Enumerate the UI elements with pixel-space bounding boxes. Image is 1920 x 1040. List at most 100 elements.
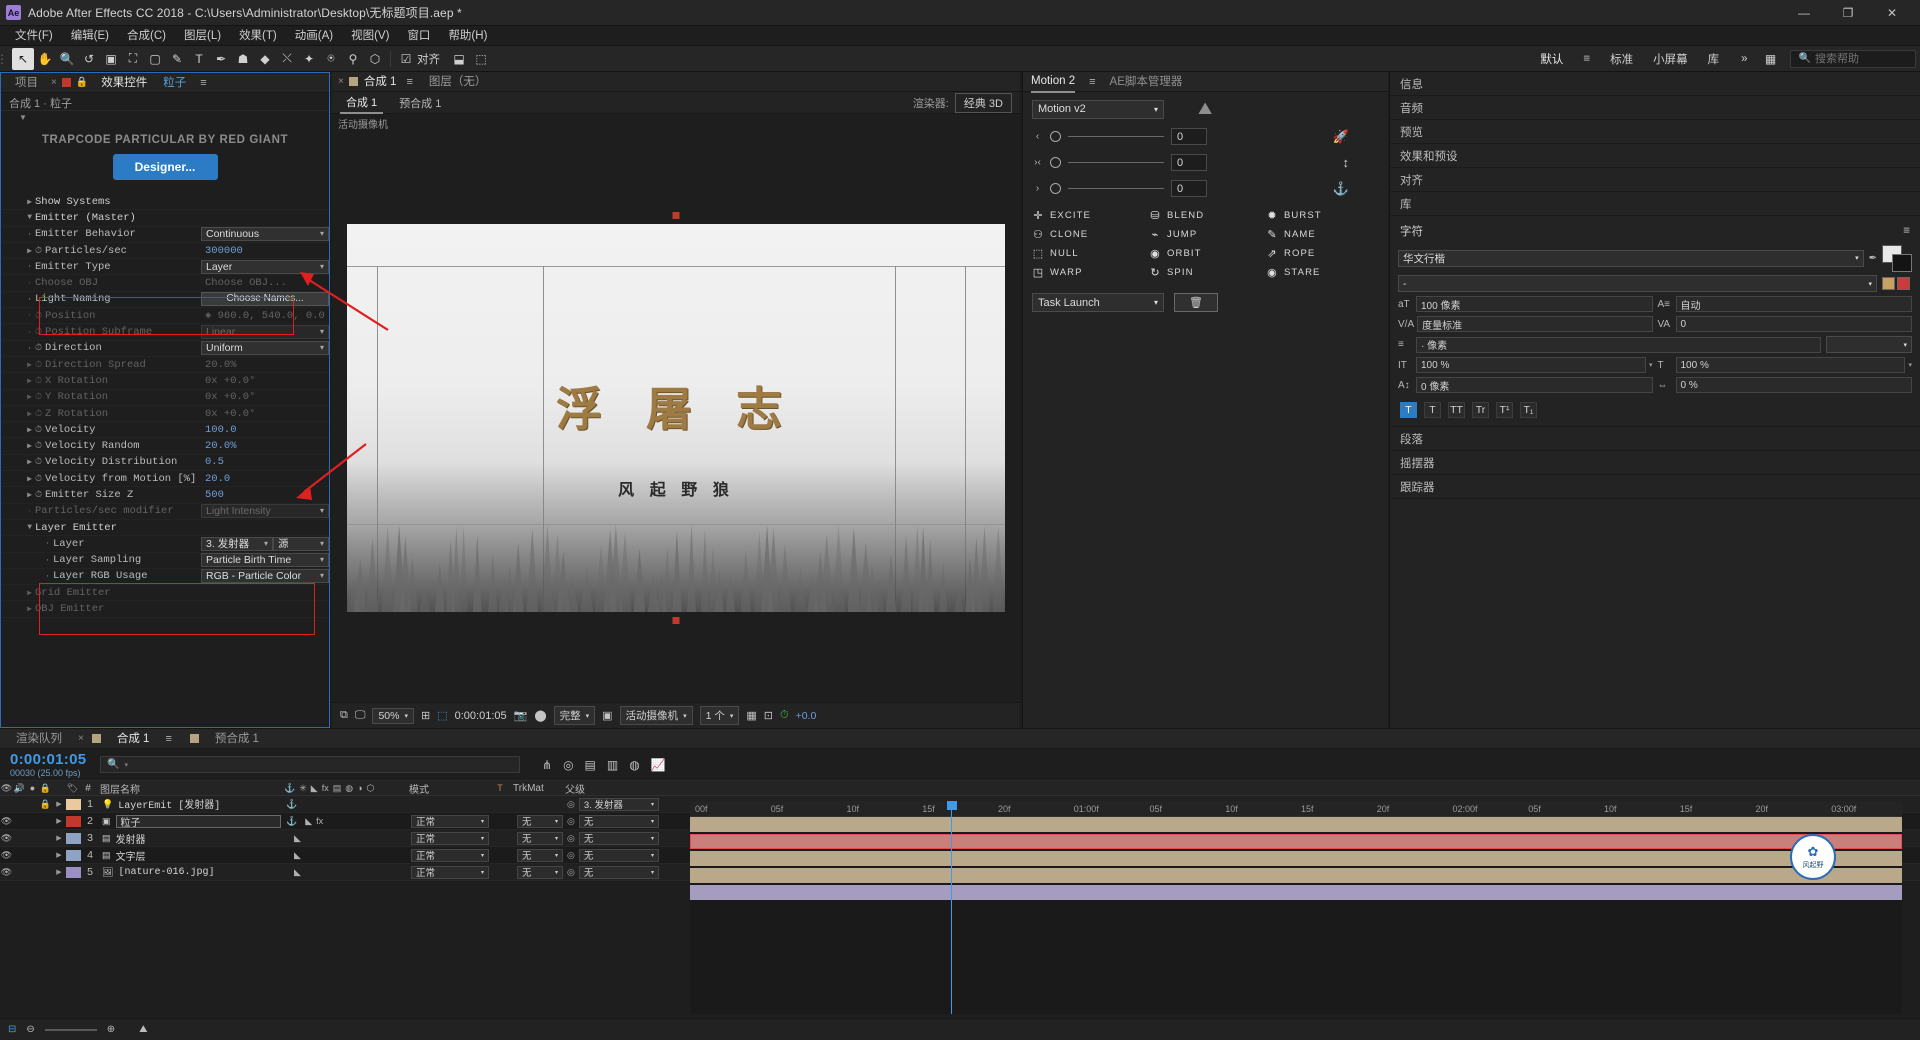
timeline-tracks[interactable]	[690, 817, 1902, 1014]
slider-value-2[interactable]: 0	[1171, 180, 1207, 197]
stopwatch-icon[interactable]: ⏱	[35, 474, 42, 484]
layer-duration-bar[interactable]	[690, 885, 1902, 900]
close-button[interactable]: ✕	[1870, 0, 1914, 26]
fill-mode-icon[interactable]	[1882, 277, 1895, 290]
lock-icon[interactable]: 🔒	[71, 77, 93, 88]
grip-handle[interactable]: ⋮⋮	[4, 48, 12, 70]
sidebar-tab-2[interactable]: 预览	[1390, 120, 1920, 144]
chevron-down-icon[interactable]: ▾	[1649, 361, 1653, 369]
pickwhip-icon[interactable]: ◎	[567, 850, 575, 861]
sidebar-tab-3[interactable]: 效果和预设	[1390, 144, 1920, 168]
fx-row-8[interactable]: ·⏱Position SubframeLinear▾	[1, 324, 329, 340]
menu-item-3[interactable]: 图层(L)	[175, 26, 230, 46]
layer-quality-switch-icon[interactable]: ◣	[305, 816, 312, 827]
menu-item-4[interactable]: 效果(T)	[230, 26, 286, 46]
fx-row-5[interactable]: ·Choose OBJChoose OBJ...	[1, 275, 329, 291]
fx-row-16[interactable]: ▶⏱Velocity Distribution0.5	[1, 455, 329, 471]
playhead[interactable]	[951, 801, 953, 1014]
tracking-value[interactable]: 0	[1676, 316, 1913, 332]
tool-13-icon[interactable]: ✦	[298, 48, 320, 70]
layer-switches[interactable]: ⚓◣fx	[281, 816, 407, 827]
tab-layer-none[interactable]: 图层（无）	[421, 72, 495, 92]
fx-row-21[interactable]: ·Layer3. 发射器▾源▾	[1, 536, 329, 552]
row-triangle-icon[interactable]: ▶	[1, 441, 35, 451]
fx-value-7[interactable]: ◈ 960.0, 540.0, 0.0	[201, 309, 329, 322]
motion-version-select[interactable]: Motion v2 ▾	[1032, 100, 1164, 119]
layer-video-toggle[interactable]: 👁	[0, 816, 13, 827]
timeline-search[interactable]: 🔍 ▾	[100, 756, 520, 773]
vertical-scale-field[interactable]: IT 100 % ▾	[1398, 357, 1653, 373]
tool-0-icon[interactable]: ↖	[12, 48, 34, 70]
layer-switches[interactable]: ◣	[281, 850, 407, 861]
layer-duration-bar[interactable]	[690, 851, 1902, 866]
snapping-icon[interactable]: ⬓	[448, 48, 470, 70]
kerning-value[interactable]: 度量标准	[1417, 316, 1652, 332]
pickwhip-icon[interactable]: ◎	[567, 799, 575, 810]
motion-menu-icon[interactable]: ≡	[1089, 76, 1095, 88]
resolution-icon[interactable]: ⊞	[421, 709, 430, 722]
sidebar-tab-1[interactable]: 音频	[1390, 96, 1920, 120]
tab-comp1[interactable]: 合成 1	[358, 72, 405, 92]
layer-trkmat-cell[interactable]: 无▾	[515, 849, 563, 862]
layer-3d-switch-icon[interactable]: ⚓	[286, 816, 297, 827]
tool-3-icon[interactable]: ↺	[78, 48, 100, 70]
fx-row-13[interactable]: ▶⏱Z Rotation0x +0.0°	[1, 406, 329, 422]
layer-parent-cell[interactable]: ◎3. 发射器▾	[563, 798, 659, 811]
fx-value-16[interactable]: 0.5	[201, 456, 329, 468]
tab-ae-script-manager[interactable]: AE脚本管理器	[1110, 72, 1183, 92]
motion-side-icon-2[interactable]: ⚓	[1333, 181, 1349, 197]
hide-shy-layers-icon[interactable]: ▤	[585, 758, 596, 772]
layer-quality-switch-icon[interactable]: ◣	[294, 833, 301, 844]
stopwatch-icon[interactable]: ⏱	[35, 311, 42, 321]
row-triangle-icon[interactable]: ·	[1, 572, 53, 581]
motion-button-excite[interactable]: ✛EXCITE	[1032, 209, 1145, 222]
workspace-小屏幕[interactable]: 小屏幕	[1643, 48, 1698, 70]
fx-row-23[interactable]: ·Layer RGB UsageRGB - Particle Color▾	[1, 569, 329, 585]
stroke-color-swatch[interactable]	[1892, 254, 1912, 272]
layer-parent-select[interactable]: 无▾	[579, 815, 659, 828]
layer-mode-cell[interactable]: 正常▾	[407, 866, 489, 879]
font-family-select[interactable]: 华文行楷 ▾	[1398, 250, 1864, 267]
tool-8-icon[interactable]: T	[188, 48, 210, 70]
tsume-value[interactable]: 0 %	[1676, 377, 1913, 393]
layer-label-color[interactable]	[66, 833, 81, 844]
motion-side-icon-0[interactable]: 🚀	[1333, 129, 1349, 145]
workspace-menu-icon[interactable]: ≡	[1573, 50, 1600, 68]
tool-14-icon[interactable]: ⍟	[320, 48, 342, 70]
motion-button-rope[interactable]: ⇗ROPE	[1266, 247, 1379, 260]
layer-mode-select[interactable]: 正常▾	[411, 832, 489, 845]
layer-disclosure-triangle-icon[interactable]: ▶	[52, 851, 66, 859]
layer-trkmat-cell[interactable]: 无▾	[515, 815, 563, 828]
tool-4-icon[interactable]: ▣	[100, 48, 122, 70]
tool-7-icon[interactable]: ✎	[166, 48, 188, 70]
comp-menu-icon[interactable]: ≡	[404, 76, 420, 88]
composition-canvas[interactable]: 浮 屠 志 风 起 野 狼	[347, 224, 1005, 612]
tab-motion2[interactable]: Motion 2	[1031, 71, 1075, 93]
stroke-width-field[interactable]: ≡ · 像素	[1398, 337, 1821, 353]
fx-row-24[interactable]: ▶Grid Emitter	[1, 585, 329, 601]
fx-dropdown-21-0[interactable]: 3. 发射器▾	[201, 537, 273, 551]
layer-trkmat-select[interactable]: 无▾	[517, 866, 563, 879]
tab-render-queue[interactable]: 渲染队列	[8, 729, 70, 749]
fx-value-17[interactable]: 20.0	[201, 473, 329, 485]
views-selector[interactable]: 1 个 ▾	[700, 706, 740, 725]
layer-parent-select[interactable]: 无▾	[579, 849, 659, 862]
sidebar-tab-5[interactable]: 库	[1390, 192, 1920, 216]
menu-item-8[interactable]: 帮助(H)	[439, 26, 496, 46]
fx-row-0[interactable]: ▶Show Systems	[1, 194, 329, 210]
slider-direction-icon-1[interactable]: ›‹	[1032, 157, 1043, 168]
disclosure-triangle-icon[interactable]: ▼	[1, 523, 35, 532]
frame-blending-icon[interactable]: ▥	[607, 758, 618, 772]
fx-collapse-triangle[interactable]: ▼	[1, 113, 329, 122]
fx-row-19[interactable]: ·Particles/sec modifierLight Intensity▾	[1, 504, 329, 520]
motion-button-orbit[interactable]: ◉ORBIT	[1149, 247, 1262, 260]
disclosure-triangle-icon[interactable]: ▶	[1, 604, 35, 614]
fx-row-22[interactable]: ·Layer SamplingParticle Birth Time▾	[1, 553, 329, 569]
composition-viewer[interactable]: 浮 屠 志 风 起 野 狼	[332, 134, 1020, 702]
monitor-icon[interactable]: 🖵	[355, 709, 366, 722]
layer-label-color[interactable]	[66, 816, 81, 827]
layer-name-cell[interactable]: ▤文字层	[99, 848, 281, 863]
motion-button-burst[interactable]: ✹BURST	[1266, 209, 1379, 222]
layer-video-toggle[interactable]: 👁	[0, 867, 13, 878]
fx-dropdown-19[interactable]: Light Intensity▾	[201, 504, 329, 518]
